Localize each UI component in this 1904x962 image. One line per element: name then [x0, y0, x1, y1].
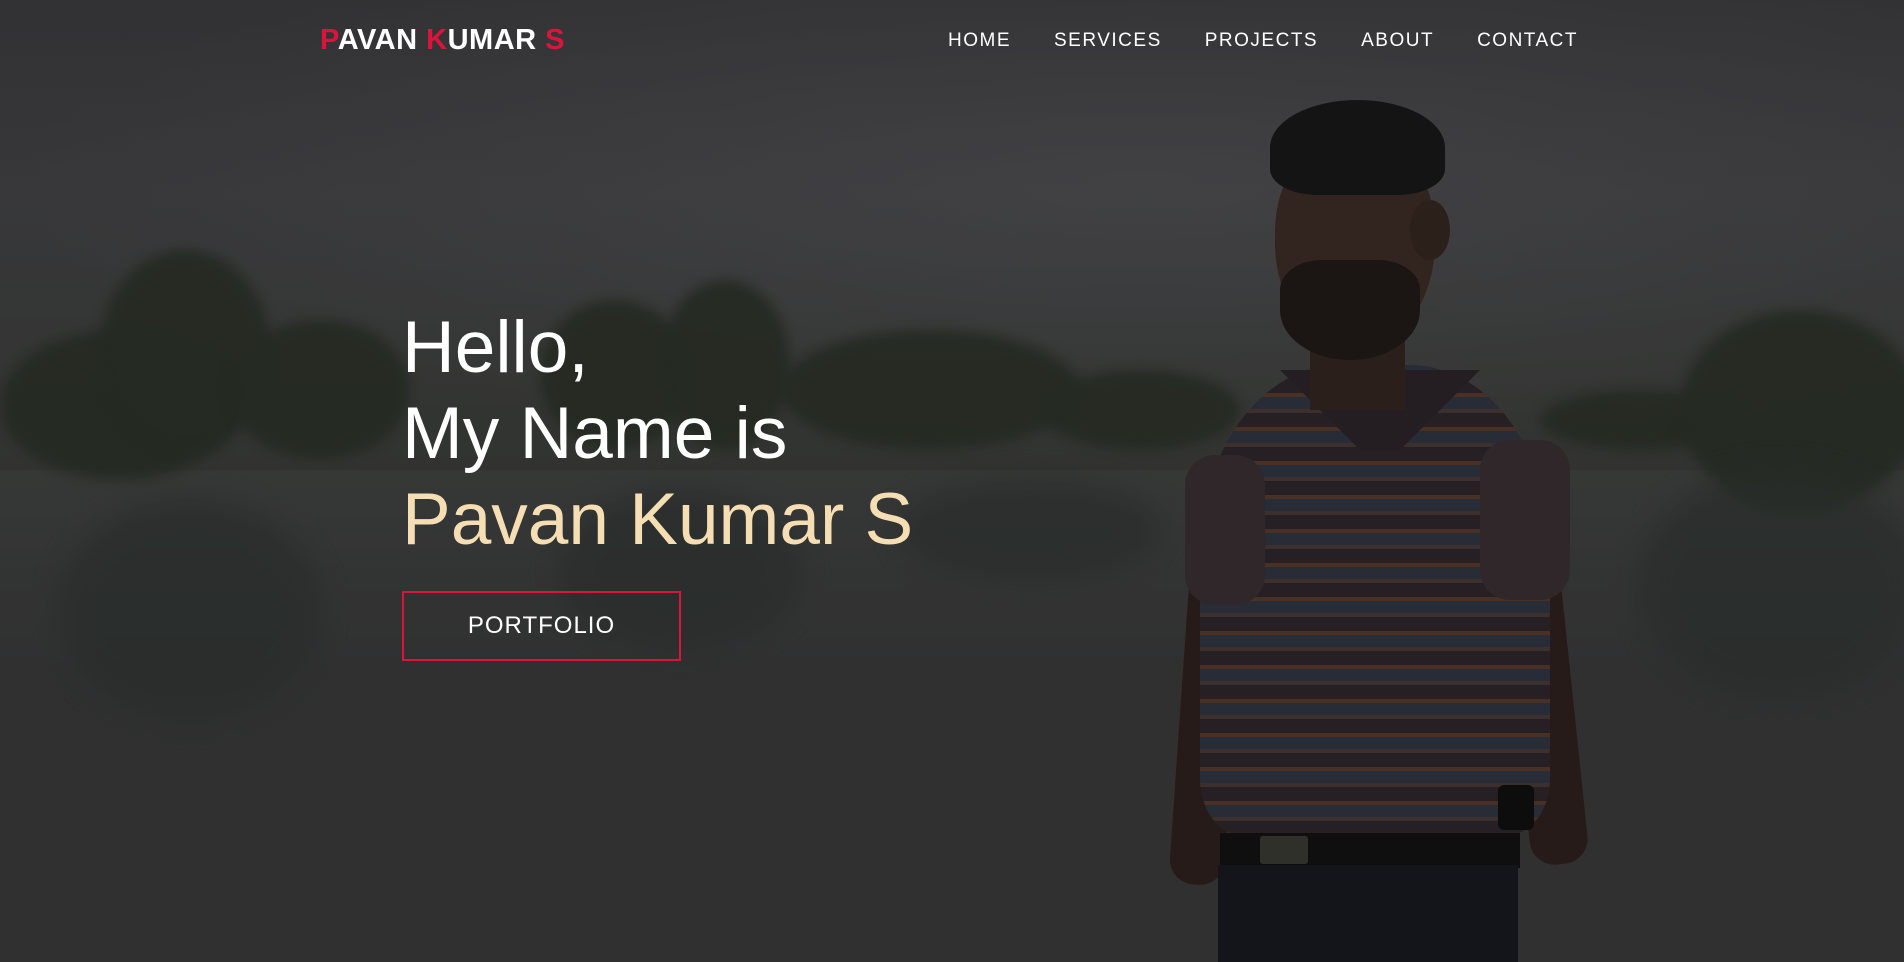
top-navbar: PAVAN KUMAR S HOME SERVICES PROJECTS ABO…	[0, 0, 1904, 82]
site-logo[interactable]: PAVAN KUMAR S	[320, 24, 565, 57]
greeting-line: Hello,	[402, 307, 589, 388]
logo-text: UMAR	[447, 24, 546, 56]
nav-home[interactable]: HOME	[948, 30, 1011, 52]
person-name: Pavan Kumar S	[402, 479, 914, 560]
hero-background	[0, 0, 1904, 962]
intro-line: My Name is	[402, 393, 788, 474]
logo-letter: P	[320, 24, 338, 56]
logo-letter: K	[426, 24, 448, 56]
nav-services[interactable]: SERVICES	[1054, 30, 1162, 52]
portfolio-button[interactable]: PORTFOLIO	[402, 591, 681, 661]
nav-projects[interactable]: PROJECTS	[1205, 30, 1318, 52]
logo-text: AVAN	[337, 24, 427, 56]
nav-contact[interactable]: CONTACT	[1477, 30, 1578, 52]
logo-letter: S	[545, 24, 565, 56]
main-nav: HOME SERVICES PROJECTS ABOUT CONTACT	[948, 30, 1578, 52]
dark-overlay	[0, 0, 1904, 962]
nav-about[interactable]: ABOUT	[1361, 30, 1434, 52]
hero-heading: Hello, My Name is Pavan Kumar S	[402, 305, 913, 563]
